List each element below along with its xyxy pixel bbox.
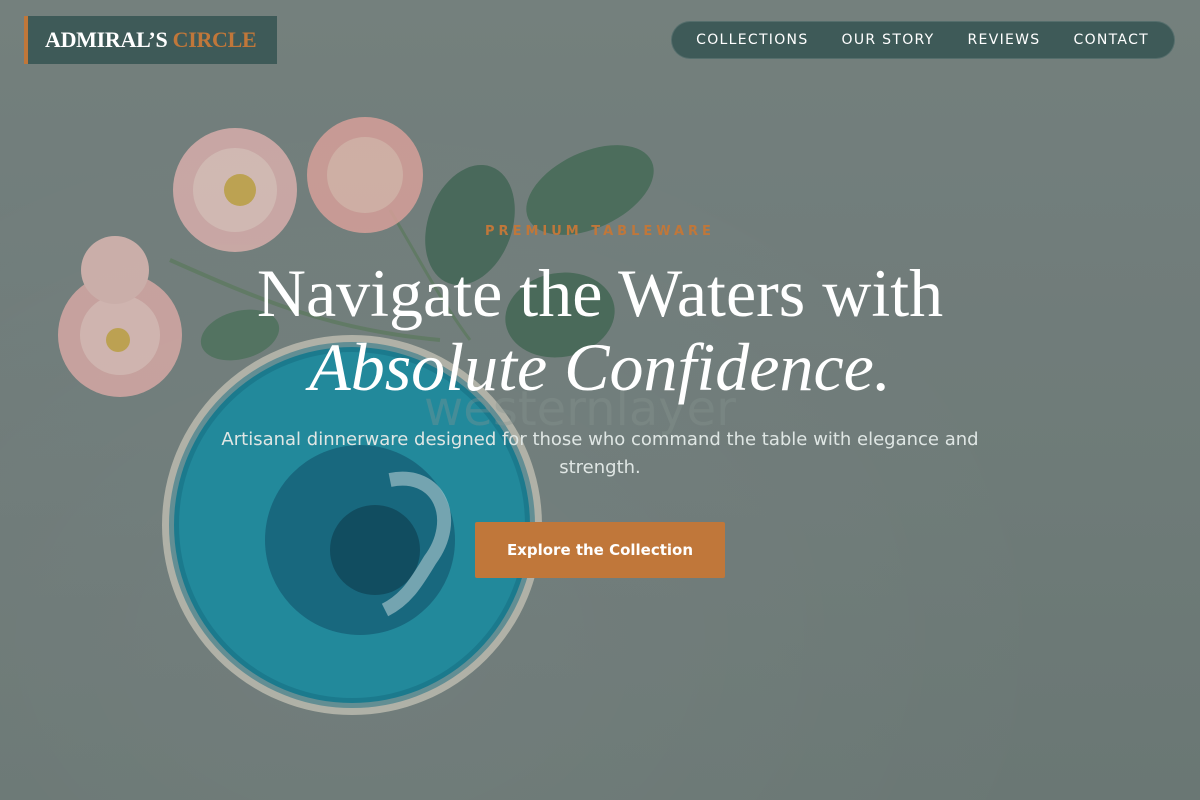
nav-link-contact[interactable]: CONTACT: [1074, 32, 1150, 48]
explore-collection-button[interactable]: Explore the Collection: [475, 522, 725, 578]
main-nav: COLLECTIONS OUR STORY REVIEWS CONTACT: [671, 21, 1175, 59]
brand-name-part1: ADMIRAL’S: [45, 27, 168, 52]
nav-link-collections[interactable]: COLLECTIONS: [696, 32, 808, 48]
hero-eyebrow: PREMIUM TABLEWARE: [485, 224, 715, 239]
nav-link-our-story[interactable]: OUR STORY: [842, 32, 935, 48]
hero-headline-line1: Navigate the Waters with: [256, 255, 944, 331]
brand-name-part2: CIRCLE: [172, 27, 257, 52]
hero-headline: Navigate the Waters with Absolute Confid…: [0, 256, 1200, 404]
hero-headline-line2: Absolute Confidence.: [309, 329, 891, 405]
hero-subtext: Artisanal dinnerware designed for those …: [221, 429, 979, 478]
nav-link-reviews[interactable]: REVIEWS: [968, 32, 1041, 48]
brand-logo[interactable]: ADMIRAL’S CIRCLE: [24, 16, 277, 64]
